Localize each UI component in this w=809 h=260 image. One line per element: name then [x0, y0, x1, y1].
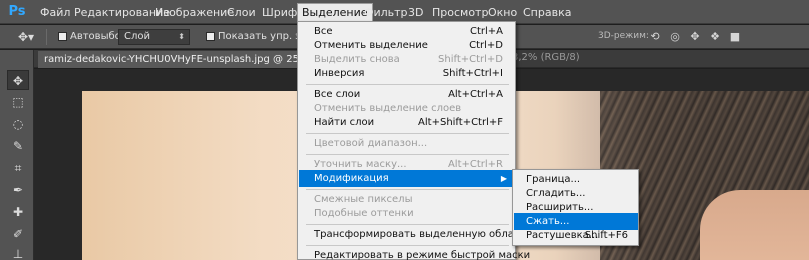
- image-skin-region: [700, 190, 809, 260]
- autoselect-value: Слой: [124, 31, 150, 42]
- menu-divider: [306, 224, 509, 225]
- photoshop-logo[interactable]: Ps: [6, 3, 28, 21]
- menu-help[interactable]: Справка: [523, 4, 571, 21]
- scale-3d-icon[interactable]: ■: [728, 30, 742, 44]
- rotate-3d-icon[interactable]: ⟲: [648, 30, 662, 44]
- brush-icon[interactable]: ✐: [7, 224, 29, 244]
- menu-item-modify[interactable]: Модификация ▶: [299, 170, 515, 187]
- menu-item-similar: Подобные оттенки: [314, 208, 414, 219]
- crop-icon[interactable]: ⌗: [7, 158, 29, 178]
- menu-item-transform-selection[interactable]: Трансформировать выделенную область: [299, 226, 531, 243]
- marquee-icon[interactable]: ⬚: [7, 92, 29, 112]
- menu-select[interactable]: Выделение: [297, 3, 373, 23]
- roll-3d-icon[interactable]: ◎: [668, 30, 682, 44]
- menu-item-quick-mask[interactable]: Редактировать в режиме быстрой маски: [299, 247, 530, 260]
- menu-divider: [306, 84, 509, 85]
- show-controls-checkbox[interactable]: [206, 32, 215, 41]
- menu-divider: [306, 133, 509, 134]
- menu-divider: [306, 245, 509, 246]
- second-document-tab[interactable]: 3,2% (RGB/8): [512, 52, 580, 63]
- menu-item-inverse[interactable]: Инверсия Shift+Ctrl+I: [299, 65, 515, 82]
- menu-window[interactable]: Окно: [488, 4, 517, 21]
- menu-file[interactable]: Файл: [40, 4, 70, 21]
- lasso-icon[interactable]: ◌: [7, 114, 29, 134]
- submenu-item-feather[interactable]: Растушевка... Shift+F6: [514, 227, 638, 244]
- healing-brush-icon[interactable]: ✚: [7, 202, 29, 222]
- quick-select-icon[interactable]: ✎: [7, 136, 29, 156]
- options-divider: [46, 29, 47, 45]
- menu-divider: [306, 189, 509, 190]
- chevron-down-icon: ⬍: [178, 32, 185, 41]
- autoselect-checkbox[interactable]: [58, 32, 67, 41]
- menu-divider: [306, 154, 509, 155]
- select-menu-dropdown: Все Ctrl+A Отменить выделение Ctrl+D Выд…: [297, 21, 531, 260]
- menu-view[interactable]: Просмотр: [432, 4, 488, 21]
- modify-submenu: Граница... Сгладить... Расширить... Сжат…: [512, 169, 639, 246]
- menu-item-color-range: Цветовой диапазон...: [314, 138, 428, 149]
- eyedropper-icon[interactable]: ✒: [7, 180, 29, 200]
- move-tool-preset-icon[interactable]: ✥▾: [18, 30, 38, 44]
- drag-3d-icon[interactable]: ✥: [688, 30, 702, 44]
- tools-panel: ✥ ⬚ ◌ ✎ ⌗ ✒ ✚ ✐ ⊥: [0, 50, 34, 260]
- menu-image[interactable]: Изображение: [155, 4, 234, 21]
- 3d-mode-label: 3D-режим:: [598, 31, 649, 41]
- move-icon[interactable]: ✥: [7, 70, 29, 90]
- clone-stamp-icon[interactable]: ⊥: [7, 244, 29, 260]
- menu-filter[interactable]: Фильтр: [364, 4, 408, 21]
- menu-layers[interactable]: Слои: [227, 4, 256, 21]
- slide-3d-icon[interactable]: ❖: [708, 30, 722, 44]
- autoselect-dropdown[interactable]: Слой ⬍: [118, 29, 190, 45]
- chevron-right-icon: ▶: [500, 174, 507, 183]
- menu-item-find-layers[interactable]: Найти слои Alt+Shift+Ctrl+F: [299, 114, 515, 131]
- menu-3d[interactable]: 3D: [408, 4, 423, 21]
